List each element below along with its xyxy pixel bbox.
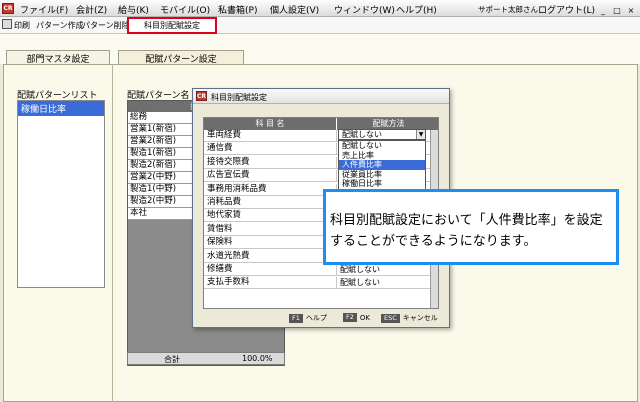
subject-name: 保険料 — [207, 237, 233, 248]
help-button[interactable]: F1 ヘルプ — [289, 313, 327, 323]
tab-department-master[interactable]: 部門マスタ設定 — [6, 50, 110, 65]
dropdown-list[interactable]: 配賦しない 売上比率 人件費比率 従業員比率 稼働日比率 — [338, 140, 426, 192]
dialog-footer: F1 ヘルプ F2 OK ESC キャンセル — [193, 311, 449, 326]
table-row[interactable]: 支払手数料 配賦しない — [204, 277, 438, 290]
dropdown-option[interactable]: 従業員比率 — [339, 170, 425, 180]
dialog-app-icon: CR — [196, 91, 207, 101]
menu-accounting[interactable]: 会計(Z) — [76, 3, 107, 16]
menu-file[interactable]: ファイル(F) — [20, 3, 68, 16]
column-divider — [336, 277, 337, 290]
subject-name: 車両経費 — [207, 130, 242, 140]
app-logo-icon: CR — [2, 3, 14, 14]
col-subject-header: 科 目 名 — [204, 118, 336, 130]
tab-allocation-pattern[interactable]: 配賦パターン設定 — [118, 50, 244, 65]
dropdown-option[interactable]: 配賦しない — [339, 141, 425, 151]
create-pattern-button[interactable]: パターン作成 — [36, 20, 84, 31]
subject-name: 支払手数料 — [207, 277, 250, 288]
cancel-button[interactable]: ESC キャンセル — [381, 313, 438, 323]
printer-icon — [2, 19, 12, 29]
menu-bar: CR ファイル(F) 会計(Z) 給与(K) モバイル(O) 私書箱(P) 個人… — [0, 0, 640, 17]
dialog-title: 科目別配賦設定 — [211, 93, 267, 102]
print-button[interactable]: 印刷 — [14, 20, 30, 31]
menu-payroll[interactable]: 給与(K) — [118, 3, 149, 16]
menu-personal-settings[interactable]: 個人設定(V) — [270, 3, 319, 16]
pattern-list[interactable]: 稼働日比率 — [17, 100, 105, 288]
allocation-method[interactable]: 配賦しない — [340, 264, 380, 275]
column-divider — [336, 156, 337, 169]
toolbar: 印刷 パターン作成 パターン削除 科目別配賦設定 — [0, 17, 640, 34]
subject-name: 水道光熱費 — [207, 250, 250, 261]
menu-window[interactable]: ウィンドウ(W) — [334, 3, 395, 16]
menu-help[interactable]: ヘルプ(H) — [396, 3, 437, 16]
subject-name: 接待交際費 — [207, 156, 250, 167]
delete-pattern-button[interactable]: パターン削除 — [82, 20, 130, 31]
subject-name: 事務用消耗品費 — [207, 183, 267, 194]
subject-allocation-setting-button[interactable]: 科目別配賦設定 — [127, 17, 217, 34]
allocation-method[interactable]: 配賦しない — [340, 277, 380, 288]
table-row[interactable]: 修繕費 配賦しない — [204, 264, 438, 276]
ok-button[interactable]: F2 OK — [343, 313, 370, 322]
total-label: 合計 — [164, 355, 180, 364]
callout-box: 科目別配賦設定において「人件費比率」を設定することができるようになります。 — [323, 189, 619, 265]
dropdown-value: 配賦しない — [342, 130, 382, 139]
total-row: 合計 100.0% — [127, 352, 285, 365]
method-dropdown[interactable]: 配賦しない ▼ — [338, 129, 426, 140]
chevron-down-icon[interactable]: ▼ — [416, 130, 425, 139]
minimize-button[interactable]: _ — [596, 4, 610, 17]
subject-name: 通信費 — [207, 143, 233, 154]
dropdown-option-selected[interactable]: 人件費比率 — [339, 160, 425, 170]
menu-mobile[interactable]: モバイル(O) — [160, 3, 210, 16]
dialog-titlebar[interactable]: CR 科目別配賦設定 — [193, 89, 449, 104]
dropdown-option[interactable]: 売上比率 — [339, 151, 425, 161]
dropdown-option[interactable]: 稼働日比率 — [339, 179, 425, 189]
maximize-button[interactable]: □ — [610, 4, 624, 17]
menu-mailbox[interactable]: 私書箱(P) — [218, 3, 257, 16]
subject-name: 賃借料 — [207, 223, 233, 234]
column-divider — [336, 170, 337, 183]
logout-link[interactable]: ログアウト(L) — [538, 3, 595, 16]
column-divider — [336, 130, 337, 142]
subject-name: 地代家賃 — [207, 210, 242, 221]
column-divider — [336, 264, 337, 276]
close-button[interactable]: × — [624, 4, 638, 17]
tab-strip: 部門マスタ設定 配賦パターン設定 — [0, 34, 640, 65]
subject-name: 修繕費 — [207, 264, 233, 274]
list-item[interactable]: 稼働日比率 — [18, 101, 104, 116]
subject-name: 広告宣伝費 — [207, 170, 250, 181]
subject-name: 消耗品費 — [207, 197, 242, 207]
total-value: 100.0% — [242, 354, 273, 363]
callout-text: 科目別配賦設定において「人件費比率」を設定することができるようになります。 — [330, 213, 603, 249]
user-name: サポート太郎さん — [478, 5, 538, 14]
column-divider — [336, 143, 337, 156]
